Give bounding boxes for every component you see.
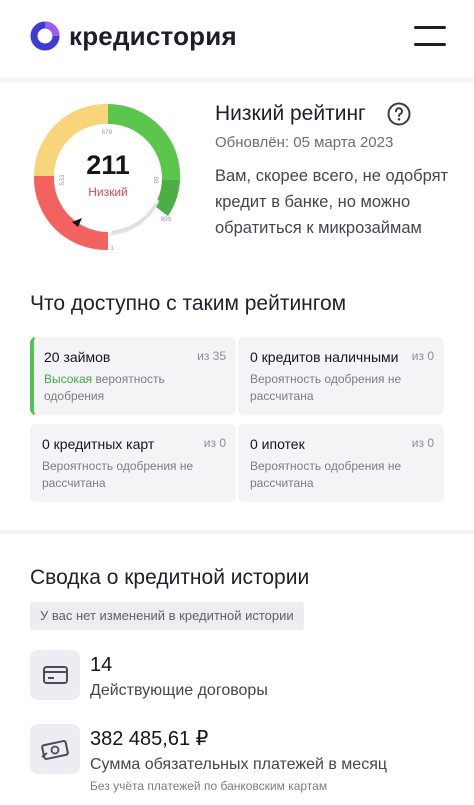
payments-amount: 382 485,61 ₽ bbox=[90, 728, 209, 750]
available-title: Что доступно с таким рейтингом bbox=[30, 292, 347, 315]
gauge-tick: 678 bbox=[102, 129, 113, 136]
tile-description: Вероятность одобрения не рассчитана bbox=[250, 372, 402, 403]
rating-score: 211 bbox=[86, 150, 130, 180]
tile-name: 0 ипотек bbox=[250, 436, 305, 452]
tile-loans[interactable]: 20 займов из 35 Высокая вероятность одоб… bbox=[30, 337, 236, 415]
rating-advice: Вам, скорее всего, не одобрят кредит в б… bbox=[215, 167, 449, 237]
logo-ring-icon bbox=[30, 21, 60, 51]
logo[interactable]: кредистория bbox=[29, 20, 237, 52]
payments-label: Сумма обязательных платежей в месяц bbox=[90, 756, 388, 773]
menu-line-icon bbox=[414, 26, 446, 29]
summary-title: Сводка о кредитной истории bbox=[30, 566, 310, 589]
rating-updated-date: Обновлён: 05 марта 2023 bbox=[215, 134, 394, 151]
tile-name: 20 займов bbox=[44, 349, 111, 365]
payments-note: Без учёта платежей по банковским картам bbox=[90, 779, 328, 793]
question-icon[interactable] bbox=[387, 102, 411, 126]
app-header: кредистория bbox=[0, 0, 474, 78]
tile-total: из 0 bbox=[411, 436, 434, 450]
rating-score-label: Низкий bbox=[88, 185, 128, 199]
no-changes-badge: У вас нет изменений в кредитной истории bbox=[30, 602, 304, 630]
tile-mortgages[interactable]: 0 ипотек из 0 Вероятность одобрения не р… bbox=[238, 424, 444, 502]
cash-icon bbox=[30, 724, 80, 774]
contracts-count: 14 bbox=[90, 654, 113, 676]
tile-description: Вероятность одобрения не рассчитана bbox=[250, 459, 402, 490]
probability-highlight: Высокая bbox=[44, 372, 93, 386]
tile-total: из 35 bbox=[197, 349, 226, 363]
gauge-tick: 1 bbox=[110, 245, 114, 252]
gauge-tick: 999 bbox=[161, 216, 172, 223]
contracts-label: Действующие договоры bbox=[90, 682, 268, 699]
tile-total: из 0 bbox=[203, 436, 226, 450]
tile-name: 0 кредитов наличными bbox=[250, 349, 399, 365]
tile-description: Высокая вероятность одобрения bbox=[44, 371, 224, 405]
rating-title: Низкий рейтинг bbox=[215, 102, 366, 125]
logo-text: кредистория bbox=[69, 20, 237, 51]
menu-line-icon bbox=[414, 43, 446, 46]
tile-total: из 0 bbox=[411, 349, 434, 363]
menu-button[interactable] bbox=[414, 24, 446, 48]
tile-name: 0 кредитных карт bbox=[42, 436, 155, 452]
tile-cash-credits[interactable]: 0 кредитов наличными из 0 Вероятность од… bbox=[238, 337, 444, 415]
card-icon bbox=[30, 650, 80, 700]
tile-description: Вероятность одобрения не рассчитана bbox=[42, 459, 194, 490]
tile-credit-cards[interactable]: 0 кредитных карт из 0 Вероятность одобре… bbox=[30, 424, 236, 502]
